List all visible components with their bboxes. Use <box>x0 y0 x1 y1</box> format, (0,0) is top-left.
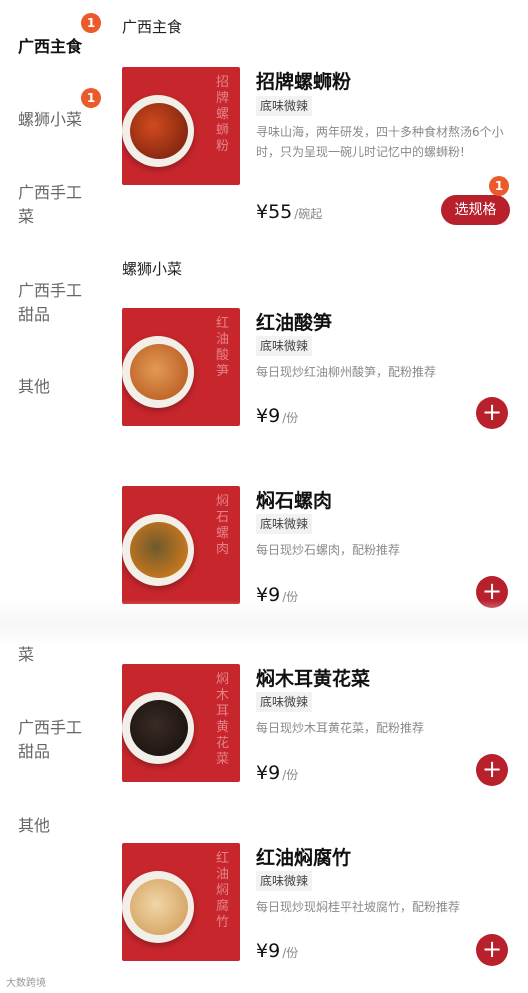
product-description: 每日现炒石螺肉，配粉推荐 <box>256 543 401 557</box>
food-shape <box>130 103 188 159</box>
spice-tag: 底味微辣 <box>256 96 313 116</box>
spice-tag: 底味微辣 <box>256 514 313 534</box>
price-unit: /份 <box>282 946 299 960</box>
product-name: 红油焖腐竹 <box>256 847 352 869</box>
sidebar-item-other[interactable]: 其他 <box>18 375 98 399</box>
thumb-vertical-text: 红油酸笋 <box>216 316 230 379</box>
food-shape <box>130 879 188 935</box>
scroll-fade-band <box>0 600 528 648</box>
sidebar-item-handmade-desserts[interactable]: 广西手工甜品 <box>18 279 88 327</box>
product-description: 寻味山海，两年研发，四十多种食材熬汤6个小时，只为呈现一碗儿时记忆中的螺蛳粉! <box>256 125 504 159</box>
price-unit: /碗起 <box>294 207 323 221</box>
product-image-stone-snail[interactable]: 焖石螺肉 <box>122 486 240 604</box>
thumb-vertical-text: 红油焖腐竹 <box>216 851 230 930</box>
product-image-pickled-bamboo[interactable]: 红油酸笋 <box>122 308 240 426</box>
product-image-fungus-daylily[interactable]: 焖木耳黄花菜 <box>122 664 240 782</box>
product-description: 每日现炒现焖桂平社坡腐竹，配粉推荐 <box>256 900 461 914</box>
sidebar-item-snail-sides[interactable]: 螺狮小菜 <box>18 108 98 132</box>
price-value: ¥9 <box>256 762 281 784</box>
product-price: ¥9/份 <box>256 405 298 427</box>
product-price: ¥9/份 <box>256 940 298 962</box>
product-image-tofu-skin[interactable]: 红油焖腐竹 <box>122 843 240 961</box>
price-value: ¥55 <box>256 201 293 223</box>
product-price: ¥55/碗起 <box>256 201 322 223</box>
price-unit: /份 <box>282 768 299 782</box>
product-image-signature-noodles[interactable]: 招牌螺蛳粉 <box>122 67 240 185</box>
product-name: 招牌螺蛳粉 <box>256 71 352 93</box>
spec-badge: 1 <box>489 176 509 196</box>
product-price: ¥9/份 <box>256 762 298 784</box>
food-shape <box>130 344 188 400</box>
thumb-vertical-text: 焖木耳黄花菜 <box>216 672 230 767</box>
food-shape <box>130 700 188 756</box>
sidebar-item-other-2[interactable]: 其他 <box>18 814 98 838</box>
spice-tag: 底味微辣 <box>256 871 313 891</box>
product-description: 每日现炒红油柳州酸笋，配粉推荐 <box>256 365 437 379</box>
sidebar-item-handmade-desserts-2[interactable]: 广西手工甜品 <box>18 716 88 764</box>
add-to-cart-button[interactable]: + <box>476 934 508 966</box>
spice-tag: 底味微辣 <box>256 336 313 356</box>
section-title-staple: 广西主食 <box>122 18 183 36</box>
product-description: 每日现炒木耳黄花菜，配粉推荐 <box>256 721 425 735</box>
price-unit: /份 <box>282 411 299 425</box>
spice-tag: 底味微辣 <box>256 692 313 712</box>
category-sidebar: 广西主食 1 螺狮小菜 1 广西手工菜 广西手工甜品 其他 菜 广西手工甜品 其… <box>0 0 112 993</box>
product-name: 焖石螺肉 <box>256 490 333 512</box>
food-shape <box>130 522 188 578</box>
product-name: 红油酸笋 <box>256 312 333 334</box>
price-value: ¥9 <box>256 940 281 962</box>
sidebar-badge: 1 <box>81 13 101 33</box>
thumb-vertical-text: 焖石螺肉 <box>216 494 230 557</box>
watermark: 大数跨境 <box>6 978 46 989</box>
sidebar-item-handmade-dishes[interactable]: 广西手工菜 <box>18 181 88 229</box>
product-name: 焖木耳黄花菜 <box>256 668 371 690</box>
add-to-cart-button[interactable]: + <box>476 754 508 786</box>
add-to-cart-button[interactable]: + <box>476 397 508 429</box>
section-title-sides: 螺狮小菜 <box>122 260 183 278</box>
sidebar-item-guangxi-staple[interactable]: 广西主食 <box>18 35 98 59</box>
sidebar-badge: 1 <box>81 88 101 108</box>
choose-spec-button[interactable]: 选规格 <box>441 195 510 225</box>
thumb-vertical-text: 招牌螺蛳粉 <box>216 75 230 154</box>
price-value: ¥9 <box>256 405 281 427</box>
